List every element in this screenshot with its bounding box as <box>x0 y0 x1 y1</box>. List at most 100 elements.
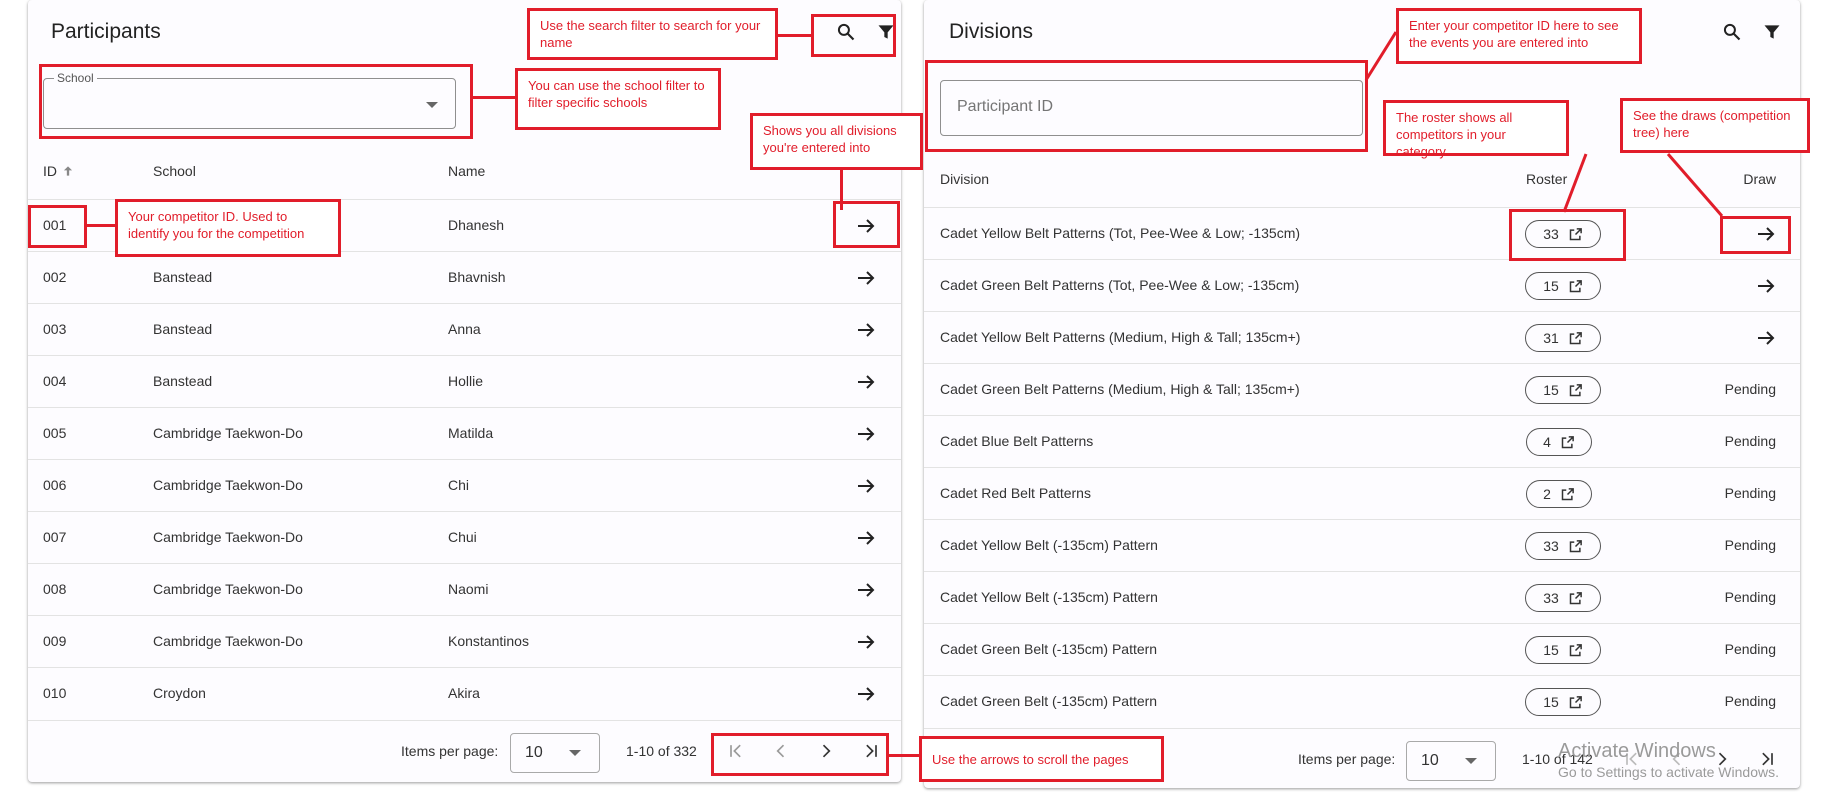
participant-id: 004 <box>43 373 67 389</box>
participant-name: Akira <box>448 685 480 701</box>
division-row: Cadet Green Belt Patterns (Medium, High … <box>924 363 1800 416</box>
watermark-title: Activate Windows <box>1558 740 1716 762</box>
division-name: Cadet Green Belt (-135cm) Pattern <box>940 693 1158 709</box>
items-per-page-select[interactable]: 10 <box>510 733 600 773</box>
arrow-right-icon[interactable] <box>854 474 878 498</box>
division-row: Cadet Red Belt Patterns 2 Pending <box>924 467 1800 520</box>
open-in-new-icon <box>1569 539 1582 552</box>
annotation-arrow-highlight <box>833 201 900 248</box>
participant-row: 006 Cambridge Taekwon-Do Chi <box>28 459 901 512</box>
annotation-connector <box>1666 153 1724 217</box>
participant-row: 004 Banstead Hollie <box>28 355 901 408</box>
roster-button[interactable]: 4 <box>1526 428 1592 456</box>
annotation-roster: The roster shows all competitors in your… <box>1383 100 1569 159</box>
roster-button[interactable]: 33 <box>1525 584 1601 612</box>
annotation-roster-highlight <box>1509 209 1626 261</box>
participant-school: Croydon <box>153 685 206 701</box>
participant-row: 008 Cambridge Taekwon-Do Naomi <box>28 563 901 616</box>
division-row: Cadet Yellow Belt Patterns (Medium, High… <box>924 311 1800 364</box>
division-name: Cadet Green Belt (-135cm) Pattern <box>940 641 1158 657</box>
arrow-right-icon[interactable] <box>1754 326 1778 350</box>
participant-school: Banstead <box>153 269 213 285</box>
annotation-connector <box>473 96 515 99</box>
column-header-school: School <box>153 163 196 179</box>
arrow-right-icon[interactable] <box>854 266 878 290</box>
annotation-connector <box>778 34 811 37</box>
pager-range: 1-10 of 332 <box>626 743 697 759</box>
items-per-page-select[interactable]: 10 <box>1406 741 1496 781</box>
arrow-right-icon[interactable] <box>1754 274 1778 298</box>
dropdown-caret-icon <box>1465 758 1477 764</box>
column-header-division: Division <box>940 171 990 187</box>
divisions-search-button[interactable] <box>1717 17 1747 47</box>
open-in-new-icon <box>1561 435 1574 448</box>
column-header-draw: Draw <box>1743 171 1776 187</box>
participant-id: 009 <box>43 633 67 649</box>
annotation-enter-id: Enter your competitor ID here to see the… <box>1396 8 1642 64</box>
draw-status: Pending <box>1724 641 1776 657</box>
division-name: Cadet Yellow Belt (-135cm) Pattern <box>940 589 1158 605</box>
roster-button[interactable]: 33 <box>1525 532 1601 560</box>
participant-name: Chi <box>448 477 470 493</box>
annotation-connector <box>1364 31 1398 81</box>
roster-button[interactable]: 31 <box>1525 324 1601 352</box>
annotation-id-field-highlight <box>925 60 1368 152</box>
items-per-page-value: 10 <box>525 744 543 761</box>
participant-school: Banstead <box>153 321 213 337</box>
annotation-draws: See the draws (competition tree) here <box>1620 98 1810 153</box>
items-per-page-label: Items per page: <box>401 743 499 759</box>
arrow-right-icon[interactable] <box>854 526 878 550</box>
open-in-new-icon <box>1569 643 1582 656</box>
dropdown-caret-icon <box>569 750 581 756</box>
open-in-new-icon <box>1569 591 1582 604</box>
annotation-pager-highlight <box>711 733 889 776</box>
division-row: Cadet Yellow Belt (-135cm) Pattern 33 Pend… <box>924 571 1800 624</box>
division-name: Cadet Green Belt Patterns (Tot, Pee-Wee … <box>940 277 1300 293</box>
roster-button[interactable]: 15 <box>1525 636 1601 664</box>
participant-name: Bhavnish <box>448 269 506 285</box>
division-name: Cadet Blue Belt Patterns <box>940 433 1094 449</box>
arrow-right-icon[interactable] <box>854 630 878 654</box>
annotation-draw-highlight <box>1720 216 1791 254</box>
arrow-right-icon[interactable] <box>854 370 878 394</box>
draw-status: Pending <box>1724 381 1776 397</box>
annotation-connector <box>1562 153 1588 213</box>
participant-row: 010 Croydon Akira <box>28 667 901 720</box>
arrow-right-icon[interactable] <box>854 422 878 446</box>
arrow-right-icon[interactable] <box>854 318 878 342</box>
annotation-divisions: Shows you all divisions you're entered i… <box>750 113 923 170</box>
roster-button[interactable]: 15 <box>1525 272 1601 300</box>
annotation-competitor-id: Your competitor ID. Used to identify you… <box>115 199 341 257</box>
items-per-page-label: Items per page: <box>1298 751 1396 767</box>
participant-name: Hollie <box>448 373 484 389</box>
roster-button[interactable]: 15 <box>1525 688 1601 716</box>
arrow-right-icon[interactable] <box>854 682 878 706</box>
participant-id: 002 <box>43 269 67 285</box>
roster-count: 15 <box>1543 642 1559 658</box>
draw-status: Pending <box>1724 537 1776 553</box>
divisions-filter-button[interactable] <box>1757 17 1787 47</box>
roster-button[interactable]: 15 <box>1525 376 1601 404</box>
items-per-page-value: 10 <box>1421 752 1439 769</box>
participant-id: 005 <box>43 425 67 441</box>
annotation-connector <box>87 224 115 227</box>
sort-up-icon <box>63 166 72 176</box>
annotation-school: You can use the school filter to filter … <box>515 68 721 130</box>
arrow-right-icon[interactable] <box>854 578 878 602</box>
participant-name: Anna <box>448 321 481 337</box>
annotation-id-highlight <box>28 205 87 248</box>
participant-row: 009 Cambridge Taekwon-Do Konstantinos <box>28 615 901 668</box>
annotation-search: Use the search filter to search for your… <box>527 8 778 60</box>
participant-school: Banstead <box>153 373 213 389</box>
roster-count: 15 <box>1543 278 1559 294</box>
divisions-title: Divisions <box>949 20 1034 43</box>
division-row: Cadet Blue Belt Patterns 4 Pending <box>924 415 1800 468</box>
filter-icon <box>1764 25 1780 39</box>
participant-name: Konstantinos <box>448 633 529 649</box>
roster-button[interactable]: 2 <box>1526 480 1592 508</box>
participant-id: 010 <box>43 685 67 701</box>
column-header-id[interactable]: ID <box>43 163 75 179</box>
division-name: Cadet Green Belt Patterns (Medium, High … <box>940 381 1300 397</box>
annotation-connector <box>889 754 919 757</box>
participant-name: Naomi <box>448 581 489 597</box>
